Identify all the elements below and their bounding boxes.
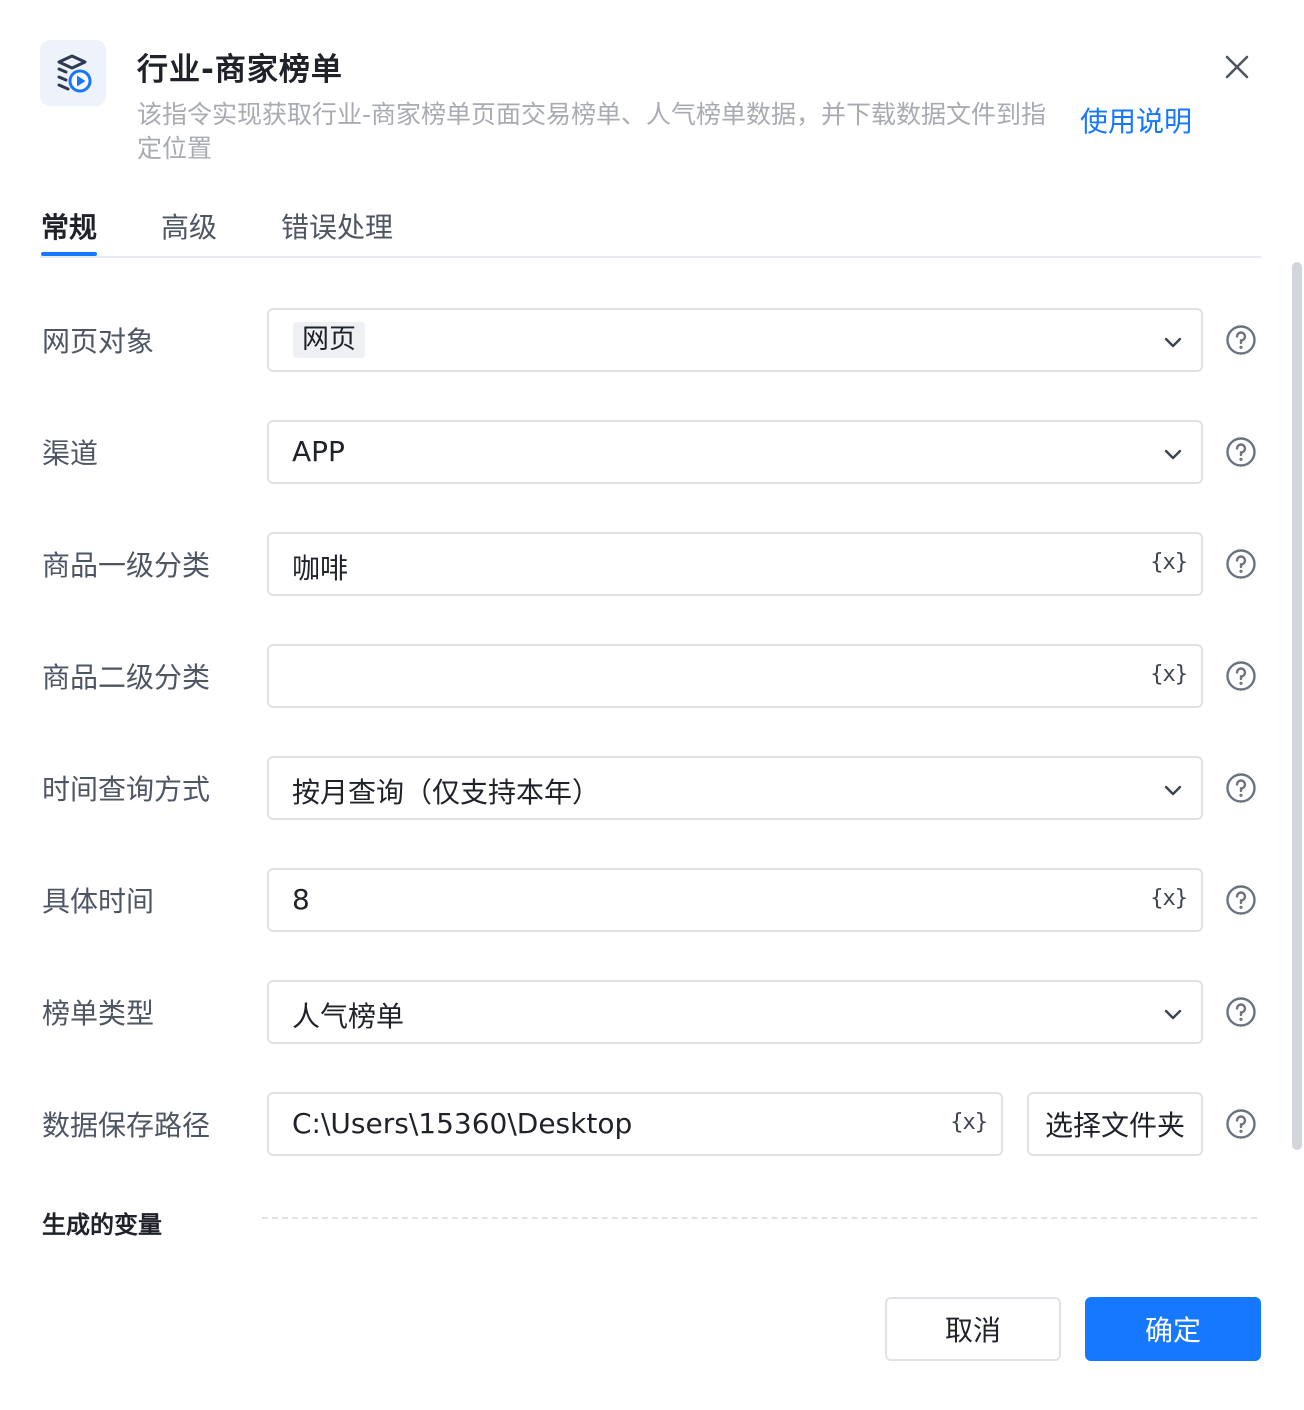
dialog-title: 行业-商家榜单 <box>137 52 343 88</box>
row-time-query-mode: 时间查询方式 按月查询（仅支持本年） <box>0 756 1304 820</box>
close-icon <box>1225 55 1249 79</box>
time-query-mode-value: 按月查询（仅支持本年） <box>292 776 601 809</box>
variable-insert-button[interactable]: {x} <box>1150 662 1188 687</box>
command-dialog: 行业-商家榜单 该指令实现获取行业-商家榜单页面交易榜单、人气榜单数据，并下载数… <box>0 0 1304 1410</box>
chevron-down-icon[interactable] <box>1161 778 1185 802</box>
command-layers-play-icon <box>40 40 106 106</box>
help-circle-icon[interactable] <box>1225 1108 1257 1140</box>
specific-time-input[interactable]: 8 {x} <box>267 868 1203 932</box>
category-l1-value: 咖啡 <box>292 552 349 585</box>
row-save-path: 数据保存路径 C:\Users\15360\Desktop {x} 选择文件夹 <box>0 1092 1304 1156</box>
time-query-mode-select[interactable]: 按月查询（仅支持本年） <box>267 756 1203 820</box>
tab-general[interactable]: 常规 <box>41 206 97 246</box>
help-circle-icon[interactable] <box>1225 772 1257 804</box>
channel-label: 渠道 <box>42 437 99 470</box>
variable-insert-button[interactable]: {x} <box>950 1110 988 1135</box>
active-tab-indicator <box>41 252 97 256</box>
specific-time-label: 具体时间 <box>42 885 155 918</box>
row-specific-time: 具体时间 8 {x} <box>0 868 1304 932</box>
row-list-type: 榜单类型 人气榜单 <box>0 980 1304 1044</box>
tab-advanced[interactable]: 高级 <box>161 206 217 246</box>
time-query-mode-label: 时间查询方式 <box>42 773 211 806</box>
save-path-value: C:\Users\15360\Desktop <box>292 1107 633 1140</box>
save-path-label: 数据保存路径 <box>42 1109 211 1142</box>
section-divider <box>262 1217 1257 1219</box>
confirm-button[interactable]: 确定 <box>1085 1297 1261 1361</box>
dialog-description: 该指令实现获取行业-商家榜单页面交易榜单、人气榜单数据，并下载数据文件到指定位置 <box>137 100 1047 163</box>
help-circle-icon[interactable] <box>1225 996 1257 1028</box>
list-type-select[interactable]: 人气榜单 <box>267 980 1203 1044</box>
specific-time-value: 8 <box>292 883 310 916</box>
row-category-l1: 商品一级分类 咖啡 {x} <box>0 532 1304 596</box>
chevron-down-icon[interactable] <box>1161 330 1185 354</box>
web-object-label: 网页对象 <box>42 325 155 358</box>
help-link[interactable]: 使用说明 <box>1080 100 1192 140</box>
category-l2-input[interactable]: {x} <box>267 644 1203 708</box>
row-web-object: 网页对象 网页 <box>0 308 1304 372</box>
help-circle-icon[interactable] <box>1225 548 1257 580</box>
web-object-chip: 网页 <box>293 322 365 358</box>
tab-bar: 常规 高级 错误处理 <box>40 196 1261 258</box>
list-type-value: 人气榜单 <box>292 1000 405 1033</box>
close-button[interactable] <box>1218 48 1256 86</box>
generated-variables-heading: 生成的变量 <box>42 1211 162 1239</box>
help-circle-icon[interactable] <box>1225 660 1257 692</box>
save-path-input[interactable]: C:\Users\15360\Desktop {x} <box>267 1092 1003 1156</box>
tab-error-handling[interactable]: 错误处理 <box>281 206 393 246</box>
list-type-label: 榜单类型 <box>42 997 155 1030</box>
select-folder-button[interactable]: 选择文件夹 <box>1027 1092 1203 1156</box>
chevron-down-icon[interactable] <box>1161 1002 1185 1026</box>
web-object-select[interactable]: 网页 <box>267 308 1203 372</box>
channel-select[interactable]: APP <box>267 420 1203 484</box>
category-l1-label: 商品一级分类 <box>42 549 211 582</box>
channel-value: APP <box>292 435 345 468</box>
cancel-button[interactable]: 取消 <box>885 1297 1061 1361</box>
help-circle-icon[interactable] <box>1225 884 1257 916</box>
chevron-down-icon[interactable] <box>1161 442 1185 466</box>
category-l2-label: 商品二级分类 <box>42 661 211 694</box>
row-category-l2: 商品二级分类 {x} <box>0 644 1304 708</box>
help-circle-icon[interactable] <box>1225 324 1257 356</box>
help-circle-icon[interactable] <box>1225 436 1257 468</box>
variable-insert-button[interactable]: {x} <box>1150 886 1188 911</box>
category-l1-input[interactable]: 咖啡 {x} <box>267 532 1203 596</box>
row-channel: 渠道 APP <box>0 420 1304 484</box>
variable-insert-button[interactable]: {x} <box>1150 550 1188 575</box>
